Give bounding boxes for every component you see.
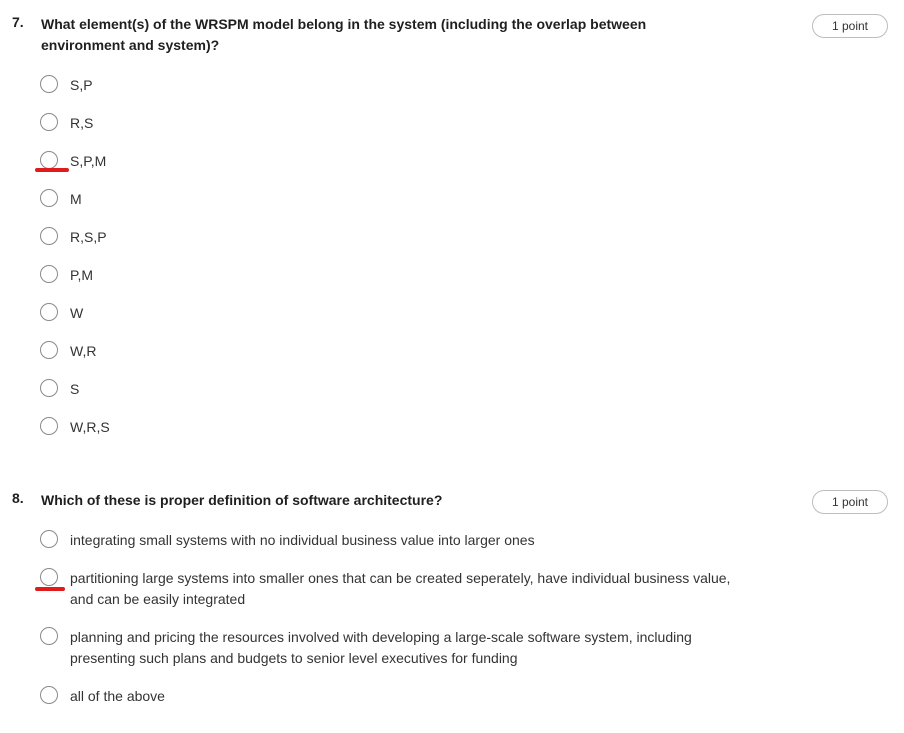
- question-text: Which of these is proper definition of s…: [41, 492, 443, 508]
- radio-button[interactable]: [40, 227, 58, 245]
- radio-button[interactable]: [40, 75, 58, 93]
- option-label: W: [70, 305, 84, 321]
- option-label: R,S: [70, 115, 94, 131]
- option-label: integrating small systems with no indivi…: [70, 532, 535, 548]
- radio-button[interactable]: [40, 417, 58, 435]
- question-number: 7.: [12, 14, 24, 30]
- radio-button[interactable]: [40, 568, 58, 586]
- option-label: partitioning large systems into smaller …: [70, 570, 731, 607]
- red-underline-mark: [35, 168, 69, 172]
- radio-button[interactable]: [40, 265, 58, 283]
- option-label: W,R,S: [70, 419, 110, 435]
- option-label: P,M: [70, 267, 94, 283]
- option-label: S,P,M: [70, 153, 107, 169]
- option-label: M: [70, 191, 82, 207]
- radio-button[interactable]: [40, 379, 58, 397]
- radio-button[interactable]: [40, 303, 58, 321]
- question-number: 8.: [12, 490, 24, 506]
- option-label: R,S,P: [70, 229, 107, 245]
- radio-button[interactable]: [40, 151, 58, 169]
- question-text: What element(s) of the WRSPM model belon…: [41, 16, 647, 53]
- option-label: planning and pricing the resources invol…: [70, 629, 692, 666]
- points-badge: 1 point: [812, 490, 888, 514]
- radio-button[interactable]: [40, 189, 58, 207]
- radio-button[interactable]: [40, 341, 58, 359]
- radio-button[interactable]: [40, 686, 58, 704]
- option-label: S: [70, 381, 80, 397]
- radio-button[interactable]: [40, 530, 58, 548]
- option-label: W,R: [70, 343, 97, 359]
- radio-button[interactable]: [40, 113, 58, 131]
- radio-button[interactable]: [40, 627, 58, 645]
- option-label: all of the above: [70, 688, 165, 704]
- option-label: S,P: [70, 77, 93, 93]
- red-underline-mark: [35, 587, 65, 591]
- points-badge: 1 point: [812, 14, 888, 38]
